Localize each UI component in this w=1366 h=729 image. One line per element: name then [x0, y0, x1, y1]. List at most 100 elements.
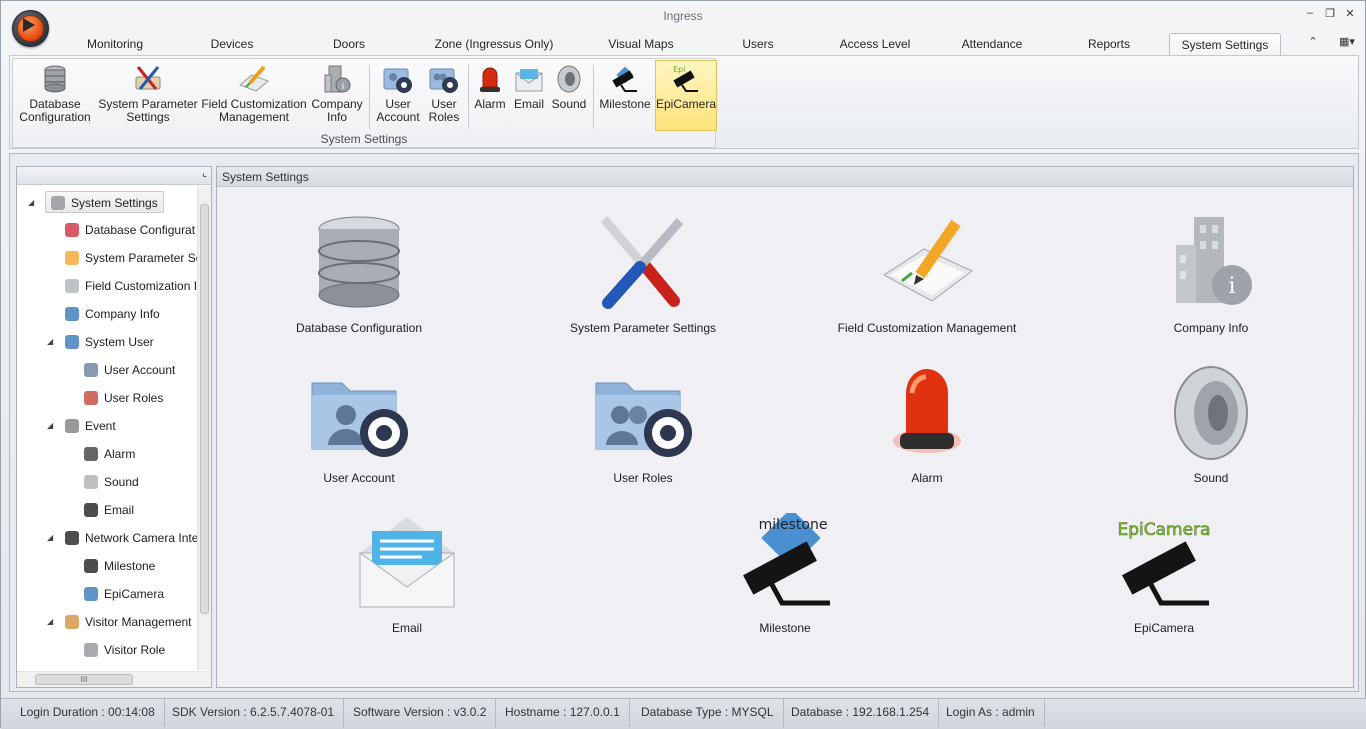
tree-item-epicamera[interactable]: EpiCamera: [84, 583, 164, 605]
status-field: Software Version : v3.0.2: [344, 699, 497, 727]
tab-devices[interactable]: Devices: [197, 33, 267, 55]
ribbon-epicamera-button[interactable]: Epi EpiCamera: [655, 60, 717, 131]
tree-item-user-account[interactable]: User Account: [84, 359, 175, 381]
status-field: Database Type : MYSQL: [632, 699, 784, 727]
tab-reports[interactable]: Reports: [1079, 33, 1139, 55]
tree-item-label: Visitor Role: [104, 643, 166, 657]
tree-item-label: User Account: [104, 363, 176, 377]
tree-node-icon: [84, 475, 98, 489]
ribbon-label: Roles: [428, 110, 460, 124]
ribbon-tabs: Monitoring Devices Doors Zone (Ingressus…: [1, 31, 1365, 55]
tree-item-system-parameter-se[interactable]: System Parameter Se: [65, 247, 202, 269]
tree-item-visitor-role[interactable]: Visitor Role: [84, 639, 165, 661]
status-field: Login Duration : 00:14:08: [11, 699, 165, 727]
tree-item-database-configurat[interactable]: Database Configurat: [65, 219, 195, 241]
tile-user-account[interactable]: User Account: [259, 363, 459, 485]
ribbon-user-roles-button[interactable]: User Roles: [423, 61, 465, 131]
tab-attendance[interactable]: Attendance: [953, 33, 1031, 55]
tree-node-icon: [65, 223, 79, 237]
alarm-icon: [893, 369, 961, 453]
tree-expander-icon[interactable]: ◢: [47, 527, 53, 549]
tree-node-icon: [84, 391, 98, 405]
tree-expander-icon[interactable]: ◢: [47, 611, 53, 633]
ribbon-sound-button[interactable]: Sound: [549, 61, 589, 131]
tab-visual-maps[interactable]: Visual Maps: [597, 33, 685, 55]
title-bar: Ingress – ❐ ✕: [1, 1, 1365, 29]
tree-item-company-info[interactable]: Company Info: [65, 303, 160, 325]
ribbon-group-system-settings: Database Configuration System Parameter Se…: [12, 58, 717, 148]
ribbon-system-parameter-button[interactable]: System Parameter Settings: [97, 61, 199, 131]
tree-item-field-customization-i[interactable]: Field Customization I: [65, 275, 197, 297]
tree-expander-icon[interactable]: ◢: [47, 331, 53, 353]
tab-zone[interactable]: Zone (Ingressus Only): [429, 33, 559, 55]
minimize-button[interactable]: –: [1302, 7, 1318, 19]
status-bar: Login Duration : 00:14:08 SDK Version : 6…: [1, 698, 1366, 729]
restore-button[interactable]: ❐: [1322, 7, 1338, 20]
epicamera-icon: Epi: [673, 65, 698, 92]
tree-item-system-settings[interactable]: ◢ System Settings: [28, 191, 164, 213]
ribbon-field-customization-button[interactable]: Field Customization Management: [199, 61, 309, 131]
tile-sound[interactable]: Sound: [1111, 363, 1311, 485]
tile-epicamera[interactable]: EpiCamera EpiCamera: [1064, 513, 1264, 635]
collapse-ribbon-icon[interactable]: ⌃: [1305, 35, 1321, 48]
tree-item-label: System Parameter Se: [85, 251, 203, 265]
tree-item-milestone[interactable]: Milestone: [84, 555, 155, 577]
ribbon-label: Account: [376, 110, 420, 124]
layout-menu-icon[interactable]: ▦▾: [1335, 35, 1359, 48]
epicamera-icon: EpiCamera: [1117, 520, 1211, 606]
ribbon-alarm-button[interactable]: Alarm: [471, 61, 509, 131]
ribbon-group-label: System Settings: [320, 132, 408, 146]
tree-panel-header: ⌞: [17, 167, 211, 185]
tree-item-system-user[interactable]: ◢ System User: [47, 331, 154, 353]
tree-item-alarm[interactable]: Alarm: [84, 443, 135, 465]
svg-text:i: i: [342, 82, 345, 92]
tile-email[interactable]: Email: [307, 513, 507, 635]
ribbon-company-info-button[interactable]: i Company Info: [309, 61, 365, 131]
ribbon-milestone-button[interactable]: Milestone: [597, 61, 653, 131]
tools-icon: [600, 216, 684, 309]
tree-item-label: Milestone: [104, 559, 156, 573]
svg-text:i: i: [1228, 274, 1235, 299]
speaker-icon: [557, 65, 581, 93]
ribbon-database-configuration-button[interactable]: Database Configuration: [15, 61, 95, 131]
tree-item-user-roles[interactable]: User Roles: [84, 387, 163, 409]
tile-user-roles[interactable]: User Roles: [543, 363, 743, 485]
ribbon-label: User: [385, 97, 411, 111]
tile-field-customization-management[interactable]: Field Customization Management: [827, 213, 1027, 335]
tile-milestone[interactable]: milestone Milestone: [685, 513, 885, 635]
tree-expander-icon[interactable]: ◢: [47, 415, 53, 437]
tab-doors[interactable]: Doors: [319, 33, 379, 55]
status-field: Login As : admin: [937, 699, 1045, 727]
tree-item-sound[interactable]: Sound: [84, 471, 139, 493]
tab-system-settings[interactable]: System Settings: [1169, 33, 1281, 55]
content-panel: System Settings Database Configuration S…: [216, 166, 1354, 688]
scrollbar-thumb[interactable]: [200, 204, 209, 614]
tree-horizontal-scrollbar[interactable]: III: [17, 671, 211, 687]
tree-vertical-scrollbar[interactable]: [197, 186, 211, 670]
tile-system-parameter-settings[interactable]: System Parameter Settings: [543, 213, 743, 335]
ribbon-separator: [369, 65, 370, 129]
ribbon-user-account-button[interactable]: User Account: [373, 61, 423, 131]
tree-item-label: Email: [104, 503, 135, 517]
tree-node-icon: [84, 363, 98, 377]
tree-item-visitor-management[interactable]: ◢ Visitor Management: [47, 611, 192, 633]
pin-icon[interactable]: ⌞: [202, 168, 207, 179]
tab-access-level[interactable]: Access Level: [835, 33, 915, 55]
tile-database-configuration[interactable]: Database Configuration: [259, 213, 459, 335]
ribbon-email-button[interactable]: Email: [511, 61, 547, 131]
tree-item-network-camera-inte[interactable]: ◢ Network Camera Inte: [47, 527, 198, 549]
tab-users[interactable]: Users: [731, 33, 785, 55]
camera-icon: [612, 66, 637, 92]
tree-item-label: Alarm: [104, 447, 136, 461]
tree-expander-icon[interactable]: ◢: [28, 192, 34, 214]
email-icon: [359, 517, 455, 608]
tree-item-event[interactable]: ◢ Event: [47, 415, 116, 437]
close-button[interactable]: ✕: [1342, 7, 1358, 20]
tile-company-info[interactable]: i Company Info: [1111, 213, 1311, 335]
tile-label: System Parameter Settings: [569, 321, 717, 335]
tile-alarm[interactable]: Alarm: [827, 363, 1027, 485]
tab-monitoring[interactable]: Monitoring: [75, 33, 155, 55]
scrollbar-thumb[interactable]: III: [35, 674, 133, 685]
tree-item-email[interactable]: Email: [84, 499, 134, 521]
ribbon-label: Sound: [551, 97, 587, 111]
